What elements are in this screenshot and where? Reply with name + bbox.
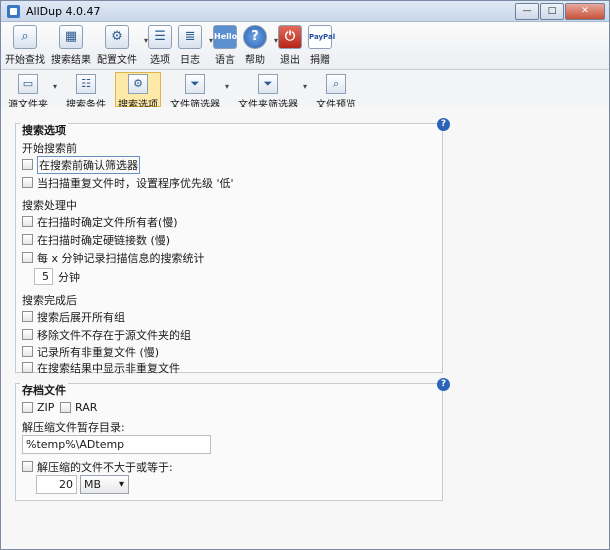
during-search-header: 搜索处理中 — [22, 199, 77, 212]
window-title: AllDup 4.0.47 — [26, 4, 101, 18]
close-button[interactable]: ✕ — [565, 3, 605, 20]
results-icon: ▦ — [59, 25, 83, 49]
help-icon[interactable]: ? — [437, 118, 450, 131]
maximize-button[interactable]: □ — [540, 3, 564, 20]
language-icon: Hello — [213, 25, 237, 49]
exit-button[interactable]: ⏻ 退出 — [278, 25, 303, 66]
checkbox-box[interactable] — [22, 461, 33, 472]
checkbox-box[interactable] — [22, 234, 33, 245]
app-icon — [7, 4, 20, 18]
start-search-button[interactable]: ⌕ 开始查找 — [5, 25, 45, 66]
checkbox-box[interactable] — [22, 159, 33, 170]
log-nonduplicates-checkbox[interactable]: 记录所有非重复文件 (慢) — [22, 344, 159, 359]
checkbox-label: 每 x 分钟记录扫描信息的搜索统计 — [37, 251, 205, 265]
minutes-label: 分钟 — [58, 270, 80, 284]
remove-groups-checkbox[interactable]: 移除文件不存在于源文件夹的组 — [22, 327, 191, 342]
main-toolbar: ⌕ 开始查找 ▦ 搜索结果 ⚙ 配置文件 ▾ ☰ 选项 ≣ 日志 ▾ Hello… — [1, 22, 609, 70]
zip-label: ZIP — [37, 401, 55, 414]
checkbox-label: 搜索后展开所有组 — [37, 310, 125, 324]
minutes-row: 5 分钟 — [34, 268, 80, 285]
search-options-group: 搜索选项 ? 开始搜索前 在搜索前确认筛选器 当扫描重复文件时，设置程序优先级 … — [15, 118, 450, 375]
tab-file-preview[interactable]: ⌕ 文件预览 — [313, 72, 359, 111]
profile-button[interactable]: ⚙ 配置文件 — [97, 25, 137, 66]
criteria-icon: ☷ — [76, 74, 97, 94]
content-area: 搜索选项 ? 开始搜索前 在搜索前确认筛选器 当扫描重复文件时，设置程序优先级 … — [1, 107, 609, 549]
preview-icon: ⌕ — [326, 74, 347, 94]
checkbox-box[interactable] — [22, 346, 33, 357]
tab-search-options[interactable]: ⚙ 搜索选项 — [115, 72, 162, 111]
checkbox-box[interactable] — [22, 402, 33, 413]
temp-dir-input[interactable]: %temp%\ADtemp — [22, 435, 211, 454]
checkbox-label: 在扫描时确定文件所有者(慢) — [37, 215, 178, 229]
checkbox-box[interactable] — [60, 402, 71, 413]
checkbox-label: 在搜索结果中显示非重复文件 — [37, 361, 180, 375]
minutes-input[interactable]: 5 — [34, 268, 53, 285]
checkbox-box[interactable] — [22, 216, 33, 227]
folder-filter-dropdown-icon[interactable]: ▾ — [303, 82, 307, 91]
log-icon: ≣ — [178, 25, 203, 49]
checkbox-box[interactable] — [22, 329, 33, 340]
zip-checkbox[interactable]: ZIP — [22, 400, 54, 415]
hardlink-count-checkbox[interactable]: 在扫描时确定硬链接数 (慢) — [22, 232, 170, 247]
options-icon: ☰ — [148, 25, 173, 49]
help-button[interactable]: ? 帮助 — [243, 25, 268, 66]
app-window: AllDup 4.0.47 — □ ✕ ⌕ 开始查找 ▦ 搜索结果 ⚙ 配置文件… — [0, 0, 610, 550]
checkbox-label: 在扫描时确定硬链接数 (慢) — [37, 233, 171, 247]
help-icon: ? — [243, 25, 268, 49]
checkbox-box[interactable] — [22, 362, 33, 373]
checkbox-label: 记录所有非重复文件 (慢) — [37, 345, 160, 359]
search-results-button[interactable]: ▦ 搜索结果 — [51, 25, 91, 66]
checkbox-box[interactable] — [22, 177, 33, 188]
donate-button[interactable]: PayPal 捐赠 — [308, 25, 335, 66]
rar-checkbox[interactable]: RAR — [60, 400, 97, 415]
tab-source-folders[interactable]: ▭ 源文件夹 — [5, 72, 51, 111]
exit-icon: ⏻ — [278, 25, 303, 49]
rar-label: RAR — [75, 401, 98, 414]
minimize-button[interactable]: — — [515, 3, 539, 20]
folder-icon: ▭ — [18, 74, 38, 94]
before-search-header: 开始搜索前 — [22, 142, 77, 155]
file-filter-dropdown-icon[interactable]: ▾ — [225, 82, 229, 91]
size-limit-checkbox[interactable]: 解压缩的文件不大于或等于: — [22, 459, 173, 474]
show-nonduplicates-checkbox[interactable]: 在搜索结果中显示非重复文件 — [22, 360, 180, 375]
tab-file-filter[interactable]: ⏷ 文件筛选器 — [167, 72, 223, 111]
file-owner-checkbox[interactable]: 在扫描时确定文件所有者(慢) — [22, 214, 178, 229]
profile-icon: ⚙ — [105, 25, 129, 49]
checkbox-box[interactable] — [22, 311, 33, 322]
title-bar: AllDup 4.0.47 — □ ✕ — [1, 1, 609, 22]
size-limit-row: 20 MB — [36, 475, 129, 494]
folder-filter-icon: ⏷ — [258, 74, 279, 94]
file-filter-icon: ⏷ — [185, 74, 206, 94]
log-button[interactable]: ≣ 日志 — [178, 25, 203, 66]
checkbox-box[interactable] — [22, 252, 33, 263]
window-controls: — □ ✕ — [514, 3, 605, 20]
options-button[interactable]: ☰ 选项 — [148, 25, 173, 66]
expand-groups-checkbox[interactable]: 搜索后展开所有组 — [22, 309, 125, 324]
size-value-input[interactable]: 20 — [36, 475, 77, 494]
search-options-icon: ⚙ — [128, 74, 149, 94]
language-button[interactable]: Hello 语言 — [213, 25, 237, 66]
tab-folder-filter[interactable]: ⏷ 文件夹筛选器 — [235, 72, 301, 111]
archive-files-group: 存档文件 ? ZIP RAR 解压缩文件暂存目录: %temp%\ADtemp … — [15, 378, 450, 501]
checkbox-label: 当扫描重复文件时，设置程序优先级 '低' — [37, 176, 234, 190]
tab-search-criteria[interactable]: ☷ 搜索条件 — [63, 72, 109, 111]
after-search-header: 搜索完成后 — [22, 294, 77, 307]
confirm-filter-checkbox[interactable]: 在搜索前确认筛选器 — [22, 155, 140, 174]
help-icon[interactable]: ? — [437, 378, 450, 391]
log-statistics-checkbox[interactable]: 每 x 分钟记录扫描信息的搜索统计 — [22, 250, 205, 265]
source-folders-dropdown-icon[interactable]: ▾ — [53, 82, 57, 91]
checkbox-label: 在搜索前确认筛选器 — [37, 155, 140, 174]
donate-icon: PayPal — [308, 25, 335, 49]
archive-files-title: 存档文件 — [20, 382, 68, 398]
size-unit-select[interactable]: MB — [80, 475, 129, 494]
size-limit-label: 解压缩的文件不大于或等于: — [37, 460, 173, 474]
low-priority-checkbox[interactable]: 当扫描重复文件时，设置程序优先级 '低' — [22, 175, 234, 190]
search-icon: ⌕ — [13, 25, 37, 49]
temp-dir-label: 解压缩文件暂存目录: — [22, 421, 125, 434]
checkbox-label: 移除文件不存在于源文件夹的组 — [37, 328, 191, 342]
search-options-title: 搜索选项 — [20, 122, 68, 138]
